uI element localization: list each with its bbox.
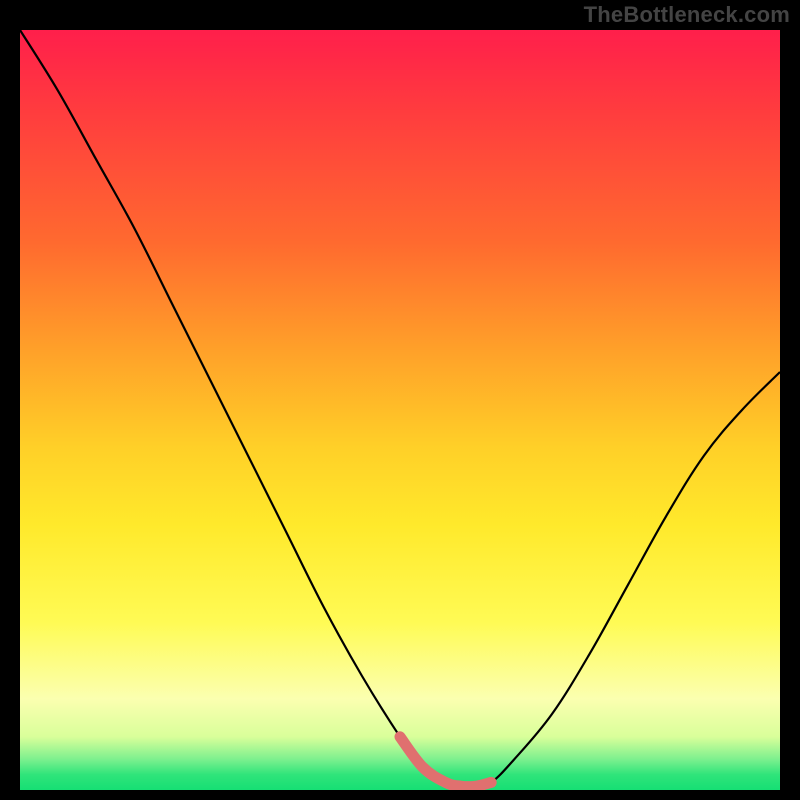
chart-svg (20, 30, 780, 790)
plot-area (20, 30, 780, 790)
bottleneck-curve (20, 30, 780, 787)
watermark-text: TheBottleneck.com (584, 2, 790, 28)
chart-frame: TheBottleneck.com (0, 0, 800, 800)
optimal-zone-highlight (400, 737, 491, 787)
